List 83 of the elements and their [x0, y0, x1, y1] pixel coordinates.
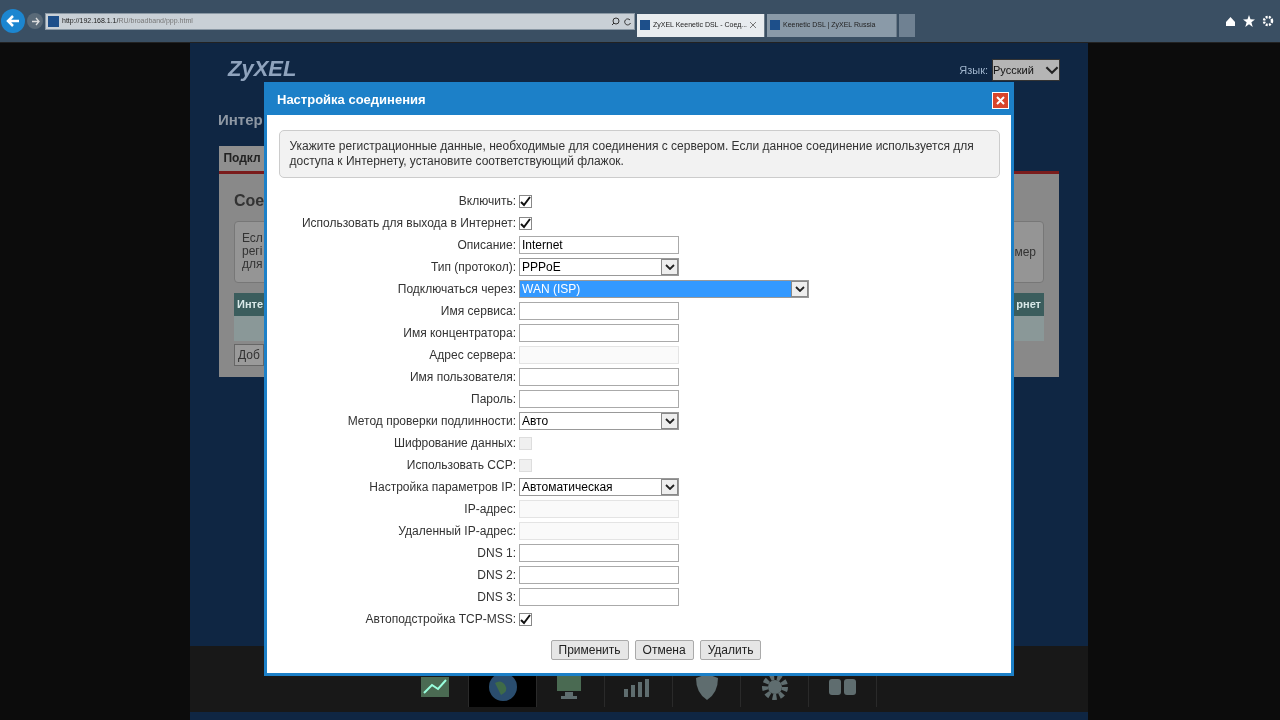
site-icon — [48, 15, 59, 27]
input-field[interactable] — [519, 544, 679, 562]
field-label: Настройка параметров IP: — [368, 479, 517, 496]
info-text: Есл — [242, 232, 263, 245]
select-value: PPPoE — [521, 259, 562, 275]
close-button[interactable] — [992, 91, 1009, 109]
select-value: WAN (ISP) — [520, 281, 791, 297]
dropdown-icon — [661, 479, 678, 495]
search-icon — [611, 16, 620, 26]
field-label: IP-адрес: — [463, 501, 517, 518]
dialog-title: Настройка соединения — [277, 91, 426, 110]
input-field[interactable] — [519, 302, 679, 320]
field-label: Имя пользователя: — [408, 369, 517, 386]
close-icon — [996, 95, 1005, 105]
field-label: Автоподстройка TCP-MSS: — [364, 611, 517, 628]
input-field[interactable] — [519, 588, 679, 606]
info-text: Укажите регистрационные данные, необходимые для соединения с сервером. Если данное соединение используется для доступа к Интернету, установите соответствующий флажок. — [289, 139, 975, 169]
add-button[interactable]: Доб — [234, 343, 264, 366]
arrow-right-icon — [30, 16, 40, 26]
field-label: Подключаться через: — [396, 281, 517, 298]
input-field[interactable] — [519, 368, 679, 386]
arrow-left-icon — [6, 14, 20, 28]
field-label: Тип (протокол): — [429, 259, 517, 276]
info-text: мер — [1014, 243, 1036, 261]
checkbox[interactable] — [519, 194, 532, 208]
apps-icon — [827, 677, 858, 697]
site-icon — [640, 20, 650, 30]
select-field[interactable]: Автоматическая — [519, 478, 679, 496]
dialog-button[interactable]: Удалить — [699, 640, 762, 660]
site-icon — [770, 20, 780, 30]
checkmark-icon — [520, 195, 531, 207]
input-field[interactable] — [519, 390, 679, 408]
select-value: Русский — [993, 62, 1034, 78]
chart-icon — [419, 675, 450, 699]
dialog-button[interactable]: Отмена — [634, 640, 694, 660]
page-tab[interactable]: Подкл — [219, 145, 265, 171]
field-label: Использовать CCP: — [405, 457, 517, 474]
field-label: Адрес сервера: — [428, 347, 517, 364]
field-label: Имя концентратора: — [402, 325, 517, 342]
select-value: Авто — [521, 413, 550, 429]
field-label: DNS 1: — [476, 545, 517, 562]
field-label: Удаленный IP-адрес: — [397, 523, 517, 540]
field-label: Включить: — [457, 193, 517, 210]
field-label: DNS 2: — [476, 567, 517, 584]
checkbox[interactable] — [519, 612, 532, 626]
home-icon[interactable] — [1225, 15, 1236, 27]
column-header: рнет — [1016, 296, 1041, 312]
select-value: Автоматическая — [521, 479, 614, 495]
checkmark-icon — [520, 217, 531, 229]
section-title: Сое — [234, 190, 265, 211]
input-field[interactable]: Internet — [519, 236, 679, 254]
field-label: Имя сервиса: — [439, 303, 517, 320]
field-label: Описание: — [456, 237, 517, 254]
forward-button[interactable] — [27, 13, 43, 29]
page-title: Интер — [218, 110, 263, 130]
field-label: Использовать для выхода в Интернет: — [300, 215, 517, 232]
input-field[interactable] — [519, 324, 679, 342]
select-field[interactable]: PPPoE — [519, 258, 679, 276]
input-field[interactable] — [519, 566, 679, 584]
logo: ZyXEL — [228, 57, 297, 81]
checkmark-icon — [520, 613, 531, 625]
language-select[interactable]: Русский — [992, 59, 1060, 81]
field-label: DNS 3: — [476, 589, 517, 606]
dropdown-icon — [661, 259, 678, 275]
dropdown-icon — [791, 281, 808, 297]
checkbox[interactable] — [519, 216, 532, 230]
info-text: регі — [242, 245, 263, 258]
shield-icon — [694, 673, 719, 701]
dropdown-icon — [661, 413, 678, 429]
close-icon — [750, 22, 757, 28]
refresh-icon — [623, 16, 632, 26]
dialog-button[interactable]: Применить — [550, 640, 629, 660]
select-field[interactable]: Авто — [519, 412, 679, 430]
field-label: Шифрование данных: — [392, 435, 517, 452]
info-text: для — [242, 258, 263, 271]
field-label: Пароль: — [470, 391, 517, 408]
field-label: Метод проверки подлинности: — [346, 413, 517, 430]
language-label: Язык: — [959, 62, 988, 78]
input-value: Internet — [522, 238, 563, 252]
column-header: Инте — [237, 296, 264, 312]
star-icon[interactable] — [1243, 15, 1255, 27]
back-button[interactable] — [1, 9, 25, 33]
settings-icon[interactable] — [1262, 15, 1274, 27]
